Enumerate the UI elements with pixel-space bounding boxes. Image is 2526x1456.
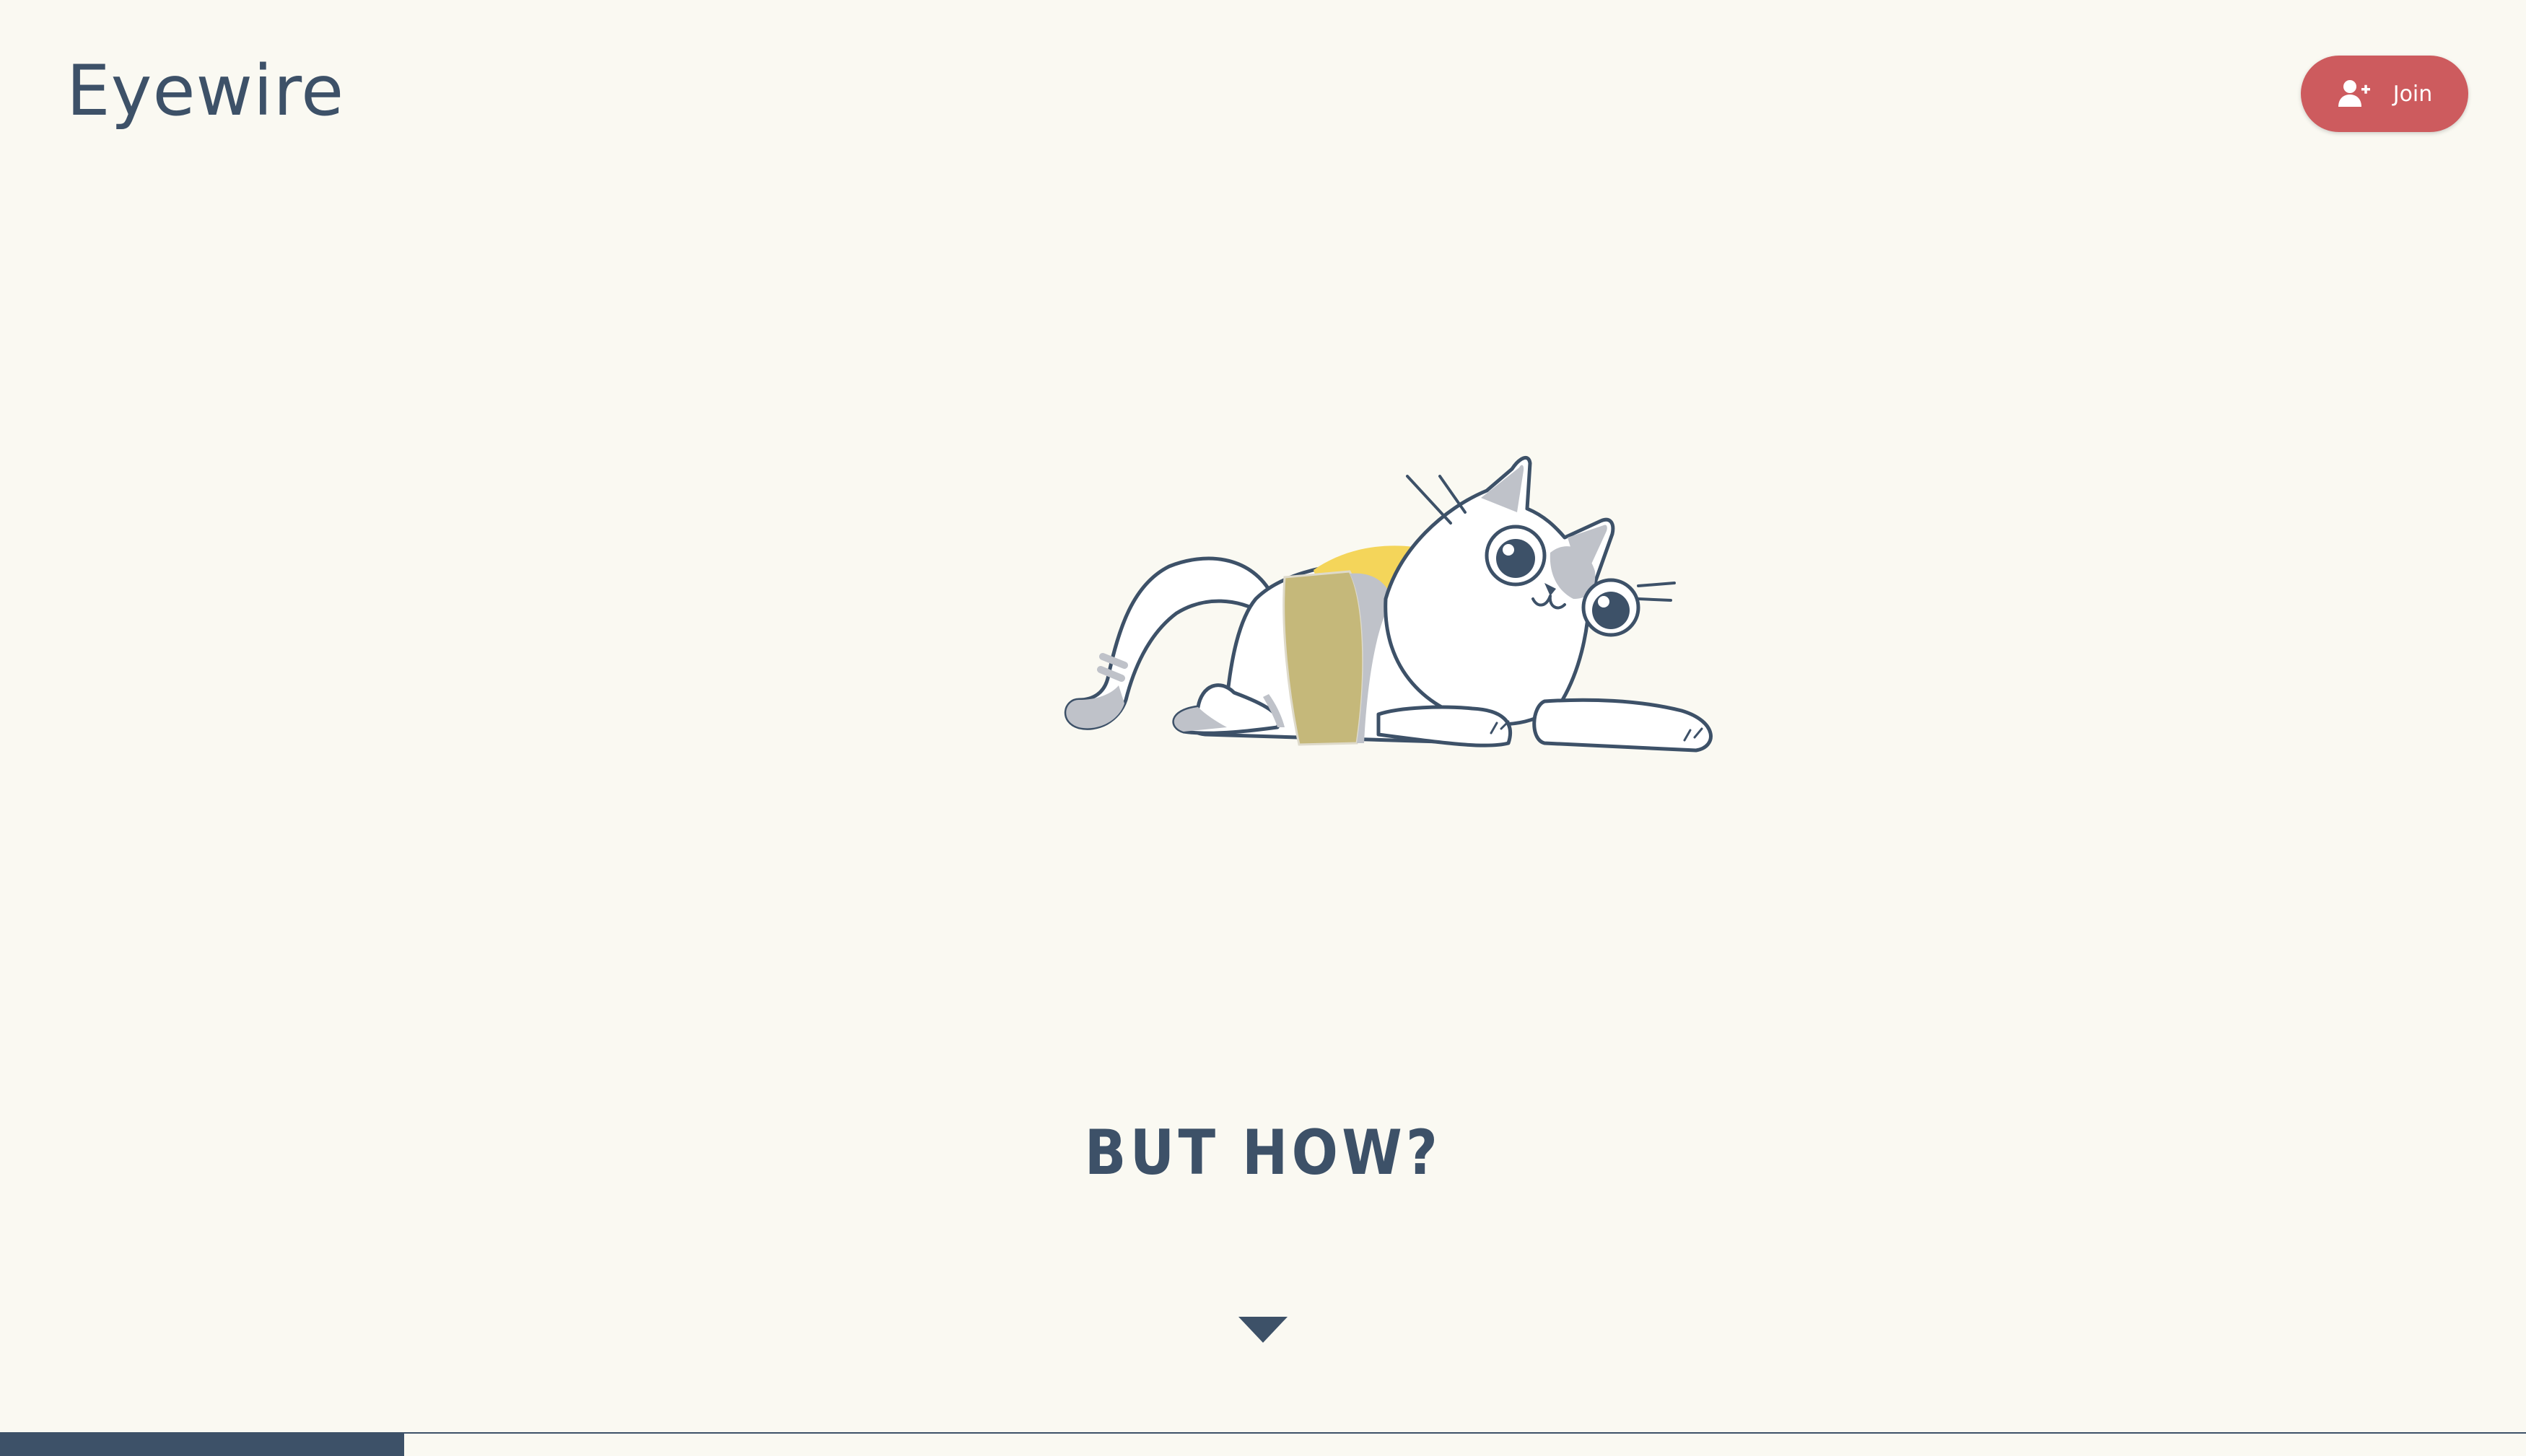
page: Eyewire Join BUT HOW? <box>0 0 2526 1456</box>
user-plus-icon <box>2338 80 2370 107</box>
eyewire-logo[interactable]: Eyewire <box>66 56 344 126</box>
scroll-progress-bar <box>0 1432 2526 1456</box>
cat-illustration <box>1064 455 1713 753</box>
join-label: Join <box>2392 81 2433 107</box>
chevron-down-icon[interactable] <box>1238 1317 1288 1343</box>
scroll-progress-fill <box>0 1434 404 1456</box>
join-button[interactable]: Join <box>2301 56 2468 132</box>
page-title: BUT HOW? <box>1084 1117 1442 1189</box>
